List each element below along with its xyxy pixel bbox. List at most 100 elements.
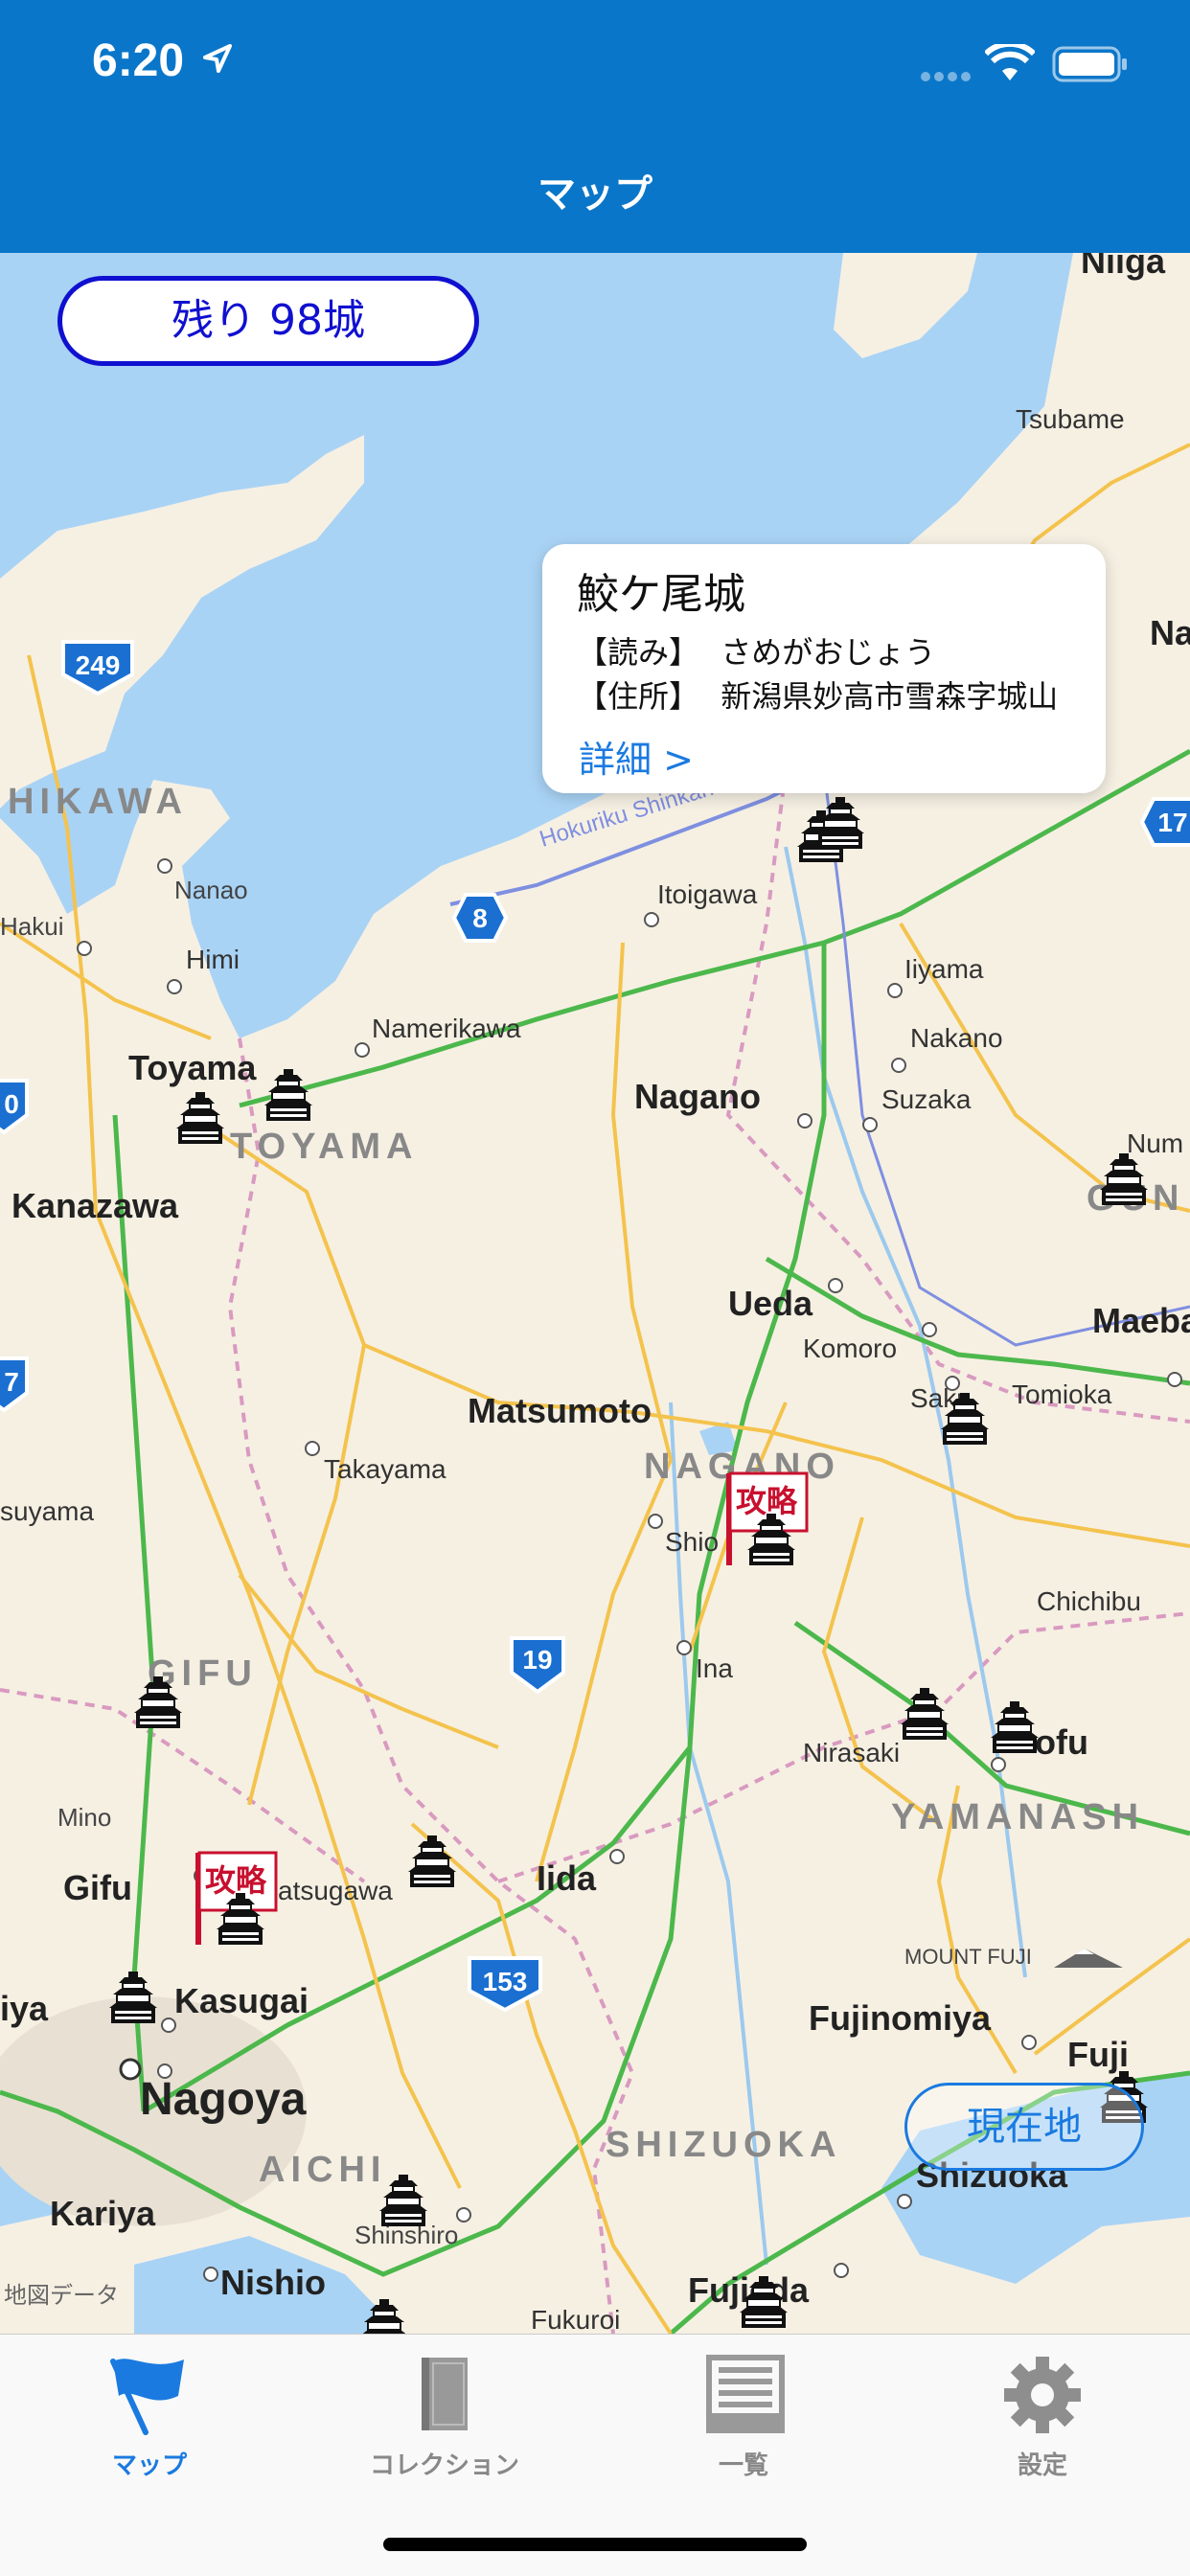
place-kanazawa: Kanazawa — [11, 1186, 179, 1225]
place-takayama: Takayama — [324, 1454, 446, 1484]
tab-list[interactable]: 一覧 — [629, 2352, 858, 2481]
callout-detail-link[interactable]: 詳細 > — [579, 730, 694, 783]
cell-signal-icon — [921, 72, 971, 81]
place-niigata: Niiga — [1081, 253, 1166, 281]
place-namerikawa: Namerikawa — [372, 1014, 521, 1043]
route-shield-17: 17 — [1139, 797, 1190, 847]
place-tomioka: Tomioka — [1012, 1379, 1112, 1409]
route-shield-8: 8 — [451, 893, 509, 943]
callout-reading-value: さめがおじょう — [721, 634, 936, 671]
tab-bar: マップ コレクション 一覧 設定 — [0, 2334, 1190, 2576]
callout-address-row: 【住所】 新潟県妙高市雪森字城山 — [577, 672, 1058, 717]
place-shizuoka-pref: SHIZUOKA — [606, 2125, 842, 2165]
svg-text:17: 17 — [1157, 808, 1187, 837]
callout-reading-label: 【読み】 — [577, 634, 700, 671]
place-fukuroi: Fukuroi — [531, 2305, 621, 2334]
place-himi: Himi — [186, 945, 240, 974]
callout-address-value: 新潟県妙高市雪森字城山 — [721, 678, 1059, 715]
place-suzaka: Suzaka — [881, 1084, 972, 1114]
callout-title: 鮫ケ尾城 — [577, 570, 745, 619]
place-nagano-city: Nagano — [634, 1077, 762, 1116]
place-nanao: Nanao — [174, 876, 248, 904]
place-kasugai: Kasugai — [174, 1981, 309, 2020]
tab-settings-label: 設定 — [1017, 2451, 1067, 2480]
place-iida: Iida — [537, 1858, 597, 1898]
place-na: Na — [1150, 613, 1190, 652]
place-komoro: Komoro — [803, 1334, 898, 1363]
castle-marker[interactable] — [134, 1675, 182, 1728]
castle-callout[interactable]: 鮫ケ尾城 【読み】 さめがおじょう 【住所】 新潟県妙高市雪森字城山 詳細 > — [542, 544, 1106, 793]
castle-marker[interactable] — [941, 1391, 989, 1445]
captured-castle-marker[interactable]: 攻略 — [194, 1849, 280, 1945]
route-shield-0: 0 — [0, 1079, 29, 1134]
svg-text:7: 7 — [4, 1367, 19, 1397]
tab-collection-label: コレクション — [369, 2451, 519, 2480]
map-view[interactable]: Niiga Tsubame Na HIKAWA Nanao Hakui Himi… — [0, 253, 1190, 2334]
svg-text:19: 19 — [522, 1645, 552, 1675]
svg-text:153: 153 — [483, 1967, 528, 1996]
tab-map[interactable]: マップ — [34, 2352, 264, 2481]
callout-reading-row: 【読み】 さめがおじょう — [577, 628, 935, 672]
place-mino: Mino — [57, 1803, 112, 1832]
remaining-castles-button[interactable]: 残り 98城 — [57, 276, 479, 366]
place-maebashi: Maebas — [1092, 1301, 1190, 1340]
battery-icon — [1052, 46, 1127, 82]
place-nirasaki: Nirasaki — [803, 1738, 901, 1767]
route-shield-19: 19 — [510, 1636, 565, 1694]
place-chichibu: Chichibu — [1037, 1586, 1141, 1616]
castle-marker[interactable] — [991, 1699, 1039, 1753]
place-nishio: Nishio — [220, 2263, 327, 2302]
castle-marker[interactable] — [901, 1686, 949, 1740]
place-tsubame: Tsubame — [1016, 404, 1125, 434]
place-shiojiri: Shio — [665, 1527, 720, 1557]
place-ichinomiya: iya — [0, 1989, 49, 2028]
status-bar: 6:20 — [0, 0, 1190, 125]
castle-marker[interactable] — [360, 2297, 408, 2334]
castle-marker[interactable] — [109, 1970, 157, 2023]
flag-icon — [110, 2359, 184, 2435]
current-location-button[interactable]: 現在地 — [904, 2083, 1144, 2171]
castle-marker[interactable] — [1100, 1151, 1148, 1205]
gear-icon — [1004, 2357, 1081, 2433]
route-shield-153: 153 — [468, 1956, 542, 2012]
list-icon — [706, 2355, 785, 2433]
svg-text:8: 8 — [472, 903, 488, 933]
castle-marker[interactable] — [176, 1090, 224, 1144]
svg-text:0: 0 — [4, 1089, 19, 1119]
tab-collection[interactable]: コレクション — [330, 2352, 560, 2481]
wifi-icon — [985, 44, 1035, 80]
place-nagoya: Nagoya — [140, 2074, 307, 2125]
place-nakatsugawa: atsugawa — [278, 1876, 393, 1905]
home-indicator — [383, 2538, 807, 2551]
svg-text:249: 249 — [76, 650, 121, 680]
place-yamanashi-pref: YAMANASH — [891, 1797, 1145, 1837]
status-time: 6:20 — [92, 35, 185, 86]
castle-icon — [747, 1513, 795, 1565]
route-shield-249: 249 — [61, 640, 134, 695]
place-matsumoto: Matsumoto — [468, 1391, 652, 1430]
map-attribution[interactable]: 地図データ — [4, 2276, 119, 2310]
tab-map-label: マップ — [111, 2451, 187, 2480]
place-kofu: ofu — [1035, 1722, 1088, 1762]
place-hakui: Hakui — [0, 912, 64, 941]
castle-marker[interactable] — [408, 1834, 456, 1887]
place-kariya: Kariya — [50, 2194, 156, 2233]
place-katsuyama: suyama — [0, 1496, 95, 1526]
castle-marker[interactable] — [379, 2173, 427, 2226]
castle-marker[interactable] — [740, 2274, 788, 2328]
captured-castle-marker[interactable]: 攻略 — [724, 1470, 811, 1565]
callout-address-label: 【住所】 — [577, 678, 700, 715]
place-aichi-pref: AICHI — [259, 2150, 387, 2190]
place-toyama-city: Toyama — [128, 1048, 257, 1087]
navigation-bar: マップ — [0, 125, 1190, 253]
notebook-icon — [422, 2358, 468, 2430]
place-ina: Ina — [696, 1653, 733, 1683]
place-iiyama: Iiyama — [904, 954, 984, 984]
tab-settings[interactable]: 設定 — [927, 2352, 1157, 2481]
castle-marker[interactable] — [264, 1067, 312, 1121]
place-toyama-pref: TOYAMA — [230, 1127, 419, 1167]
place-itoigawa: Itoigawa — [657, 879, 758, 909]
route-shield-7: 7 — [0, 1356, 29, 1412]
castle-marker[interactable] — [816, 795, 864, 849]
place-mount-fuji: MOUNT FUJI — [904, 1945, 1032, 1969]
